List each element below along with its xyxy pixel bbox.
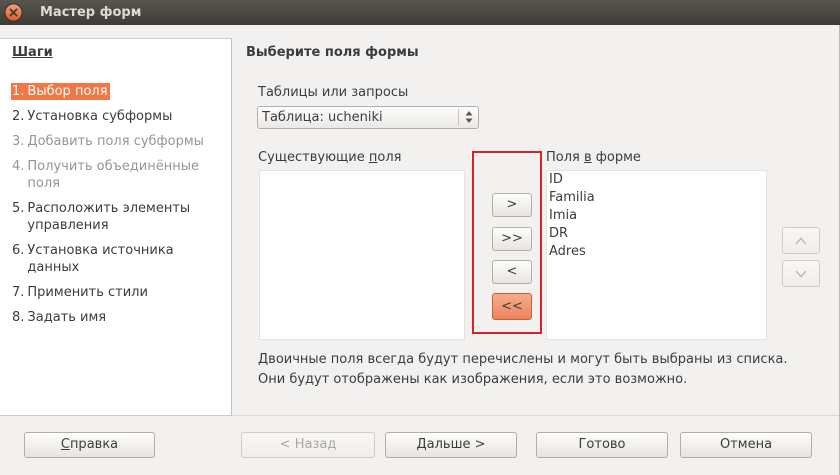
- combo-arrows: [458, 109, 478, 126]
- list-item[interactable]: Imia: [547, 207, 766, 225]
- help-button-mnemonic: С: [60, 437, 70, 452]
- list-item[interactable]: ID: [547, 171, 766, 189]
- step-number: 5.: [12, 201, 25, 216]
- step-item-8[interactable]: 8. Задать имя: [11, 309, 108, 326]
- step-item-5[interactable]: 5. Расположить элементы управления: [11, 200, 192, 234]
- step-label: Получить объединённые поля: [27, 158, 199, 192]
- step-number: 6.: [12, 243, 25, 258]
- existing-fields-list[interactable]: [259, 170, 465, 340]
- step-row: 3. Добавить поля субформы: [11, 133, 206, 150]
- remove-field-button[interactable]: <: [492, 260, 532, 284]
- page-title: Выберите поля формы: [246, 45, 419, 60]
- steps-list: 1. Выбор поля 2. Установка субформы 3. Д…: [11, 83, 206, 334]
- remove-all-fields-button[interactable]: <<: [492, 293, 532, 320]
- step-row: 1. Выбор поля: [11, 83, 206, 100]
- step-item-6[interactable]: 6. Установка источника данных: [11, 242, 176, 276]
- footer-separator: [232, 415, 839, 416]
- cancel-button[interactable]: Отмена: [680, 432, 812, 458]
- step-item-7[interactable]: 7. Применить стили: [11, 284, 150, 301]
- step-number: 3.: [12, 134, 25, 149]
- existing-fields-label-end: оля: [377, 150, 402, 165]
- step-label-line: Установка субформы: [27, 109, 173, 124]
- list-item[interactable]: Familia: [547, 189, 766, 207]
- table-select-value: Таблица: ucheniki: [262, 110, 383, 125]
- steps-heading: Шаги: [12, 45, 53, 60]
- step-label: Добавить поля субформы: [27, 133, 204, 150]
- step-row: 5. Расположить элементы управления: [11, 200, 206, 234]
- title-bar[interactable]: Мастер форм: [0, 0, 840, 25]
- step-label-line: Выбор поля: [27, 84, 108, 99]
- existing-fields-label: Существующие поля: [258, 149, 401, 166]
- step-label-line: Установка источника: [27, 243, 174, 258]
- next-button[interactable]: Дальше >: [385, 432, 517, 458]
- step-label: Расположить элементы управления: [27, 200, 190, 234]
- finish-button[interactable]: Готово: [536, 432, 668, 458]
- existing-fields-label-start: Существующие: [258, 150, 369, 165]
- list-item[interactable]: Adres: [547, 243, 766, 261]
- close-button[interactable]: [4, 3, 23, 22]
- move-down-button[interactable]: [782, 260, 820, 287]
- table-select[interactable]: Таблица: ucheniki: [257, 106, 479, 129]
- step-label-line: Применить стили: [27, 285, 148, 300]
- tables-label: Таблицы или запросы: [258, 85, 409, 100]
- step-label: Установка субформы: [27, 108, 172, 125]
- note-line: Они будут отображены как изображения, ес…: [258, 372, 688, 387]
- step-label-line: Расположить элементы: [27, 201, 191, 216]
- step-item-2[interactable]: 2. Установка субформы: [11, 108, 174, 125]
- step-label-line: управления: [27, 218, 109, 233]
- step-number: 1.: [12, 84, 25, 99]
- step-label: Применить стили: [27, 284, 148, 301]
- step-label: Выбор поля: [27, 83, 107, 100]
- step-number: 4.: [12, 159, 25, 174]
- step-label: Установка источника данных: [27, 242, 173, 276]
- chevron-up-icon: [795, 237, 807, 244]
- step-number: 2.: [12, 109, 25, 124]
- step-item-4: 4. Получить объединённые поля: [11, 158, 201, 192]
- steps-panel: Шаги 1. Выбор поля 2. Установка субформы…: [0, 38, 232, 416]
- step-label-line: данных: [27, 260, 80, 275]
- step-label-line: Задать имя: [27, 310, 107, 325]
- step-item-1[interactable]: 1. Выбор поля: [11, 83, 110, 100]
- form-fields-label: Поля в форме: [546, 149, 641, 166]
- step-row: 7. Применить стили: [11, 284, 206, 301]
- step-label-line: Добавить поля субформы: [27, 134, 204, 149]
- back-button[interactable]: < Назад: [241, 432, 375, 458]
- window-title: Мастер форм: [40, 5, 142, 20]
- list-item[interactable]: DR: [547, 225, 766, 243]
- step-label: Задать имя: [27, 309, 106, 326]
- step-item-3: 3. Добавить поля субформы: [11, 133, 206, 150]
- step-label-line: поля: [27, 176, 60, 191]
- add-field-button[interactable]: >: [492, 193, 532, 217]
- step-number: 7.: [12, 285, 25, 300]
- step-row: 8. Задать имя: [11, 309, 206, 326]
- step-row: 2. Установка субформы: [11, 108, 206, 125]
- form-fields-label-end: форме: [591, 150, 641, 165]
- step-row: 4. Получить объединённые поля: [11, 158, 206, 192]
- move-up-button[interactable]: [782, 227, 820, 254]
- note-line: Двоичные поля всегда будут перечислены и…: [258, 352, 788, 367]
- step-number: 8.: [12, 310, 25, 325]
- help-button-label: правка: [69, 437, 119, 452]
- add-all-fields-button[interactable]: >>: [492, 227, 532, 251]
- close-icon: [4, 3, 23, 22]
- chevron-down-icon: [795, 270, 807, 277]
- form-fields-list[interactable]: ID Familia Imia DR Adres: [546, 170, 767, 340]
- step-label-line: Получить объединённые: [27, 159, 199, 174]
- form-fields-label-start: Поля: [546, 150, 584, 165]
- help-button[interactable]: Справка: [24, 432, 155, 458]
- combo-arrows-icon: [465, 111, 472, 123]
- form-fields-label-mnemonic: в: [584, 150, 592, 165]
- binary-fields-note: Двоичные поля всегда будут перечислены и…: [258, 350, 788, 390]
- step-row: 6. Установка источника данных: [11, 242, 206, 276]
